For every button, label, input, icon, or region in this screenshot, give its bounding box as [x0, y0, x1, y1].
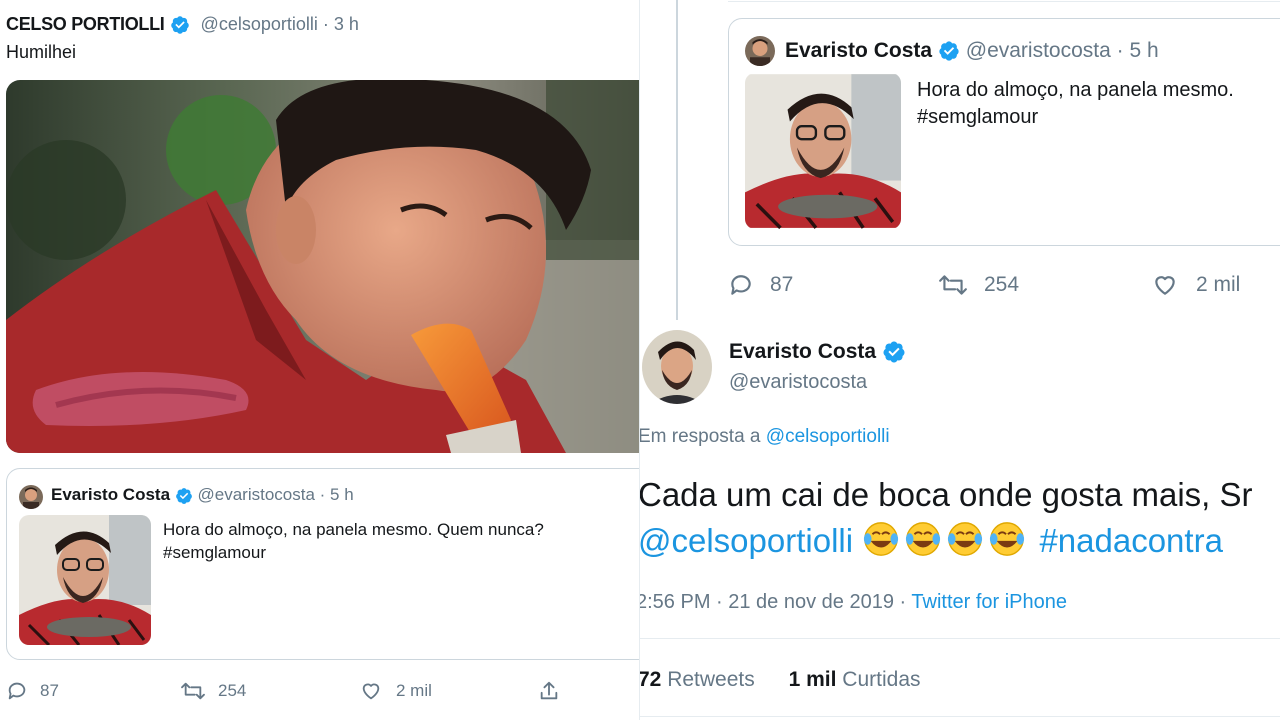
divider: [640, 716, 1280, 717]
quoted-tweet-header: Evaristo Costa @evaristocosta · 5 h: [785, 39, 1159, 63]
like-count: 2 mil: [396, 681, 432, 700]
reply-count: 87: [40, 681, 59, 700]
quoted-tweet-card[interactable]: Evaristo Costa @evaristocosta · 5 h Hora…: [6, 468, 639, 660]
like-button[interactable]: 2 mil: [1152, 272, 1240, 298]
author-name[interactable]: CELSO PORTIOLLI: [6, 14, 165, 34]
author-avatar[interactable]: [642, 330, 712, 404]
quoted-tweet-time[interactable]: · 5 h: [1117, 39, 1159, 62]
quoted-tweet-thumbnail[interactable]: [19, 515, 151, 645]
retweet-icon: [939, 275, 967, 295]
likes-stat[interactable]: 1 mil Curtidas: [789, 668, 921, 691]
quoted-text-line: Hora do almoço, na panela mesmo.: [917, 79, 1234, 101]
quoted-tweet-thumbnail[interactable]: [745, 73, 901, 229]
thread-connector-line: [676, 0, 678, 320]
retweet-label: Retweets: [667, 668, 755, 691]
like-button[interactable]: 2 mil: [360, 680, 432, 702]
quoted-tweet-time[interactable]: · 5 h: [320, 485, 354, 504]
reply-button[interactable]: 87: [728, 272, 793, 298]
verified-badge-icon: [938, 40, 960, 62]
tweet-body-line-2: @celsoportiolli #nadacontra: [640, 518, 1253, 564]
left-tweet-panel: CELSO PORTIOLLI @celsoportiolli · 3 h Hu…: [0, 0, 640, 720]
tweet-header: CELSO PORTIOLLI @celsoportiolli · 3 h: [6, 14, 359, 35]
man-eating-carrot-photo: [6, 80, 639, 453]
laughing-emoji-icon: [946, 520, 984, 558]
tweet-body-line: Cada um cai de boca onde gosta mais, Sr: [640, 476, 1253, 513]
verified-badge-icon: [170, 15, 190, 35]
hashtag-link[interactable]: #nadacontra: [1039, 522, 1222, 559]
like-icon: [1155, 276, 1175, 295]
tweet-metadata: 2:56 PM · 21 de nov de 2019 · Twitter fo…: [640, 591, 1067, 614]
like-label: Curtidas: [842, 668, 921, 691]
quoted-author-name[interactable]: Evaristo Costa: [785, 39, 932, 62]
quoted-hashtag[interactable]: #semglamour: [917, 104, 1234, 131]
quoted-hashtag[interactable]: #semglamour: [163, 542, 544, 565]
right-tweet-panel: Evaristo Costa @evaristocosta · 5 h Hora…: [640, 0, 1280, 720]
reply-icon: [731, 275, 751, 295]
quoted-tweet-card[interactable]: Evaristo Costa @evaristocosta · 5 h Hora…: [728, 18, 1280, 246]
tweet-text: Humilhei: [6, 42, 77, 62]
reply-icon: [8, 682, 26, 700]
reply-context: Em resposta a @celsoportiolli: [640, 426, 890, 448]
previous-tweet-edge: [728, 0, 1280, 2]
like-count: 1 mil: [788, 668, 837, 691]
share-button[interactable]: [538, 680, 560, 702]
quoted-author-avatar[interactable]: [19, 485, 43, 509]
verified-badge-icon: [175, 487, 193, 505]
quoted-tweet-header: Evaristo Costa @evaristocosta · 5 h: [51, 485, 354, 505]
retweets-stat[interactable]: 72 Retweets: [640, 668, 755, 691]
quoted-author-avatar[interactable]: [745, 36, 775, 66]
mention-link[interactable]: @celsoportiolli: [640, 522, 853, 559]
retweet-count: 72: [640, 668, 662, 691]
retweet-count: 254: [984, 273, 1020, 296]
retweet-icon: [181, 682, 205, 700]
reply-prefix: Em resposta a: [640, 426, 761, 447]
divider: [640, 638, 1280, 639]
reply-button[interactable]: 87: [6, 680, 59, 702]
laughing-emoji-icon: [862, 520, 900, 558]
like-count: 2 mil: [1196, 273, 1241, 296]
tweet-source[interactable]: Twitter for iPhone: [911, 591, 1067, 613]
quoted-author-handle[interactable]: @evaristocosta: [198, 485, 315, 504]
share-icon: [540, 681, 558, 700]
quoted-tweet-text: Hora do almoço, na panela mesmo. #semgla…: [917, 77, 1234, 131]
reply-count: 87: [770, 273, 794, 296]
reply-to-mention[interactable]: @celsoportiolli: [766, 426, 890, 447]
quoted-author-name[interactable]: Evaristo Costa: [51, 485, 170, 504]
laughing-emoji-icon: [988, 520, 1026, 558]
verified-badge-icon: [882, 340, 906, 364]
quoted-text-line: Hora do almoço, na panela mesmo. Quem nu…: [163, 520, 544, 539]
author-handle[interactable]: @evaristocosta: [729, 371, 867, 394]
retweet-count: 254: [218, 681, 247, 700]
tweet-timestamp[interactable]: 2:56 PM · 21 de nov de 2019 ·: [640, 591, 906, 613]
laughing-emoji-icon: [904, 520, 942, 558]
author-name-text: Evaristo Costa: [729, 340, 877, 363]
quoted-author-handle[interactable]: @evaristocosta: [966, 39, 1111, 62]
author-handle[interactable]: @celsoportiolli: [201, 14, 318, 34]
tweet-stats: 72 Retweets 1 mil Curtidas: [640, 668, 921, 692]
retweet-button[interactable]: 254: [938, 272, 1019, 298]
tweet-photo[interactable]: [6, 80, 639, 453]
like-icon: [362, 683, 380, 700]
tweet-body: Cada um cai de boca onde gosta mais, Sr …: [640, 472, 1253, 564]
quoted-tweet-text: Hora do almoço, na panela mesmo. Quem nu…: [163, 519, 544, 565]
author-name[interactable]: Evaristo Costa: [729, 340, 906, 364]
tweet-time[interactable]: · 3 h: [323, 14, 359, 34]
retweet-button[interactable]: 254: [180, 680, 246, 702]
